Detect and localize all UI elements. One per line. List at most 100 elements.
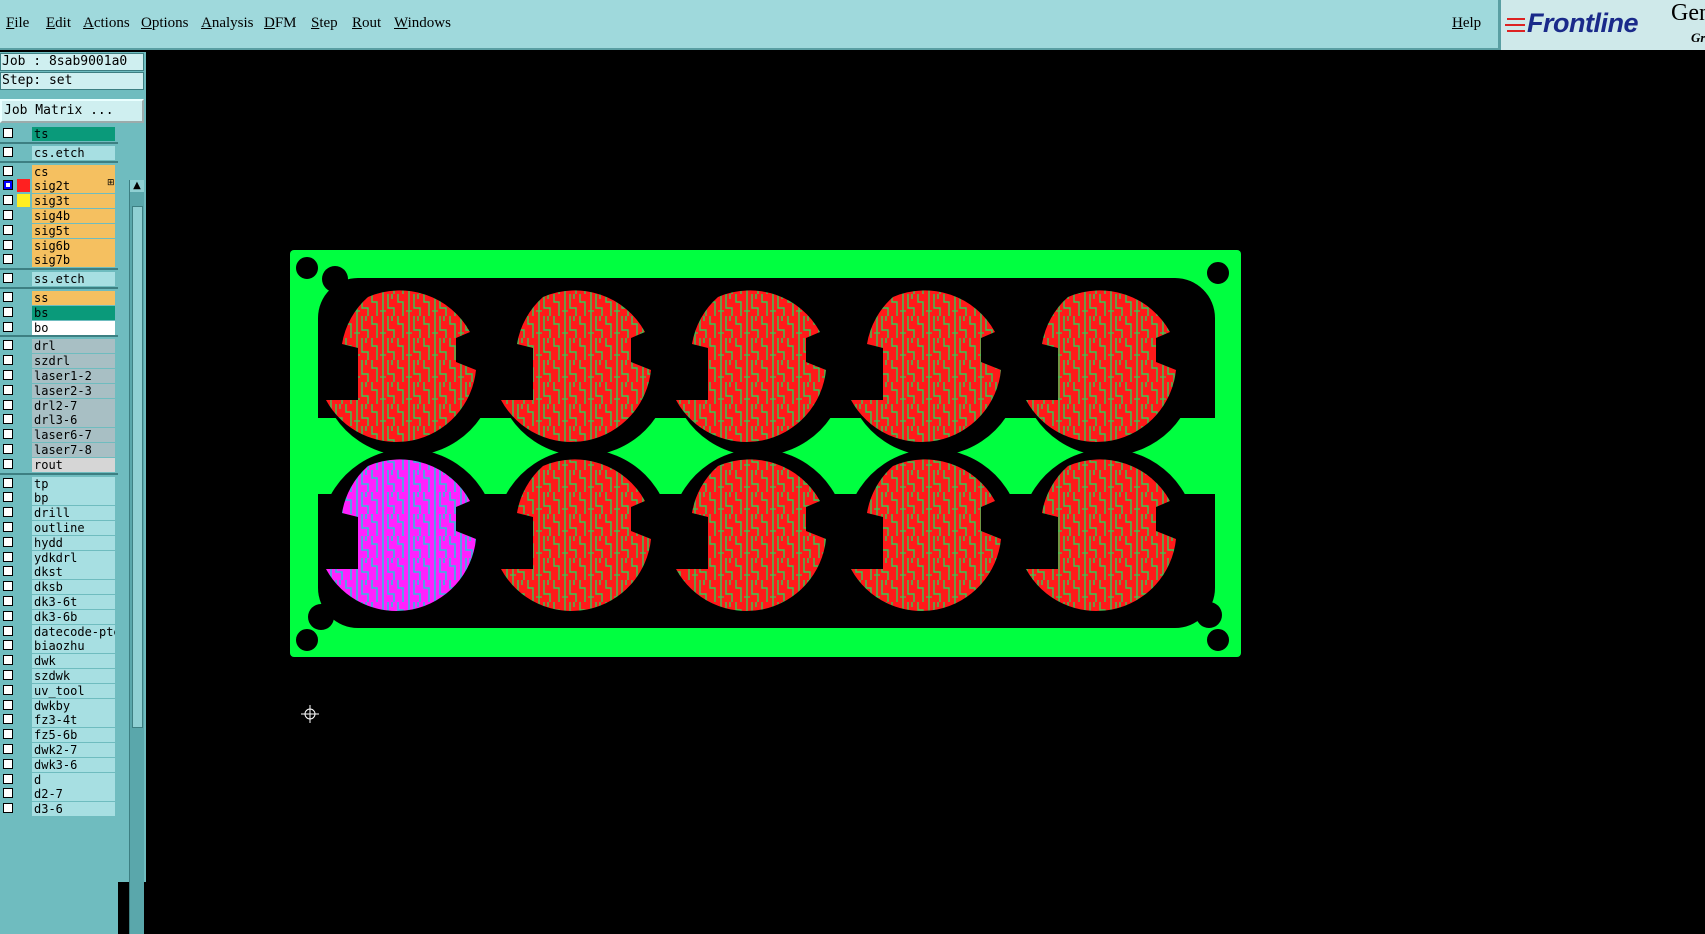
layer-row-cs.etch[interactable]: cs.etch bbox=[0, 145, 118, 161]
layer-row-laser6-7[interactable]: laser6-7 bbox=[0, 427, 118, 443]
layer-row-drl[interactable]: drl bbox=[0, 338, 118, 354]
layer-row-outline[interactable]: outline bbox=[0, 520, 118, 536]
layer-name[interactable]: laser7-8 bbox=[32, 443, 115, 457]
layer-checkbox[interactable] bbox=[3, 239, 13, 250]
layer-checkbox[interactable] bbox=[3, 306, 13, 317]
layer-checkbox[interactable] bbox=[3, 788, 13, 799]
layer-color-chip[interactable] bbox=[17, 194, 30, 208]
layer-color-chip[interactable] bbox=[17, 179, 30, 193]
layer-row-cs[interactable]: cs bbox=[0, 164, 118, 180]
layer-checkbox[interactable] bbox=[3, 551, 13, 562]
layer-checkbox[interactable] bbox=[3, 729, 13, 740]
layer-row-sig6b[interactable]: sig6b bbox=[0, 238, 118, 254]
layer-checkbox[interactable] bbox=[3, 399, 13, 410]
layer-row-dksb[interactable]: dksb bbox=[0, 579, 118, 595]
layer-checkbox[interactable] bbox=[3, 321, 13, 332]
layer-checkbox[interactable] bbox=[3, 522, 13, 532]
layer-name[interactable]: outline bbox=[32, 521, 115, 535]
layer-checkbox[interactable] bbox=[3, 355, 13, 366]
layer-name[interactable]: tp bbox=[32, 476, 115, 491]
layer-name[interactable]: dwk2-7 bbox=[32, 743, 115, 757]
layer-row-ss.etch[interactable]: ss.etch bbox=[0, 271, 118, 287]
layer-checkbox[interactable] bbox=[3, 165, 13, 176]
layer-name[interactable]: dwk3-6 bbox=[32, 757, 115, 772]
layer-name[interactable]: sig6b bbox=[32, 238, 115, 253]
menu-rout[interactable]: Rout bbox=[352, 15, 381, 32]
layer-name[interactable]: d3-6 bbox=[32, 802, 115, 817]
layer-name[interactable]: ydkdrl bbox=[32, 550, 115, 565]
layer-name[interactable]: sig4b bbox=[32, 209, 115, 223]
layer-name[interactable]: dk3-6b bbox=[32, 609, 115, 624]
layer-name[interactable]: szdwk bbox=[32, 669, 115, 683]
layer-row-drill[interactable]: drill bbox=[0, 505, 118, 521]
layer-name[interactable]: dksb bbox=[32, 580, 115, 595]
layer-name[interactable]: rout bbox=[32, 457, 115, 472]
layer-row-fz3-4t[interactable]: fz3-4t bbox=[0, 712, 118, 728]
layer-checkbox[interactable] bbox=[3, 340, 13, 351]
layer-checkbox[interactable] bbox=[3, 195, 13, 206]
layer-checkbox[interactable] bbox=[3, 655, 13, 666]
layer-checkbox[interactable] bbox=[3, 146, 13, 157]
layer-name[interactable]: drl bbox=[32, 339, 115, 354]
layer-row-szdwk[interactable]: szdwk bbox=[0, 668, 118, 684]
layer-name[interactable]: datecode-pte bbox=[32, 624, 115, 639]
menu-windows[interactable]: Windows bbox=[394, 15, 451, 32]
layer-checkbox[interactable] bbox=[3, 758, 13, 769]
menu-analysis[interactable]: Analysis bbox=[201, 15, 254, 32]
layer-checkbox[interactable] bbox=[3, 684, 13, 695]
layer-checkbox[interactable] bbox=[3, 477, 13, 488]
layer-row-dkst[interactable]: dkst bbox=[0, 564, 118, 580]
layer-row-rout[interactable]: rout bbox=[0, 457, 118, 473]
pcb-panel-view[interactable] bbox=[146, 52, 1705, 882]
layer-row-dwk2-7[interactable]: dwk2-7 bbox=[0, 742, 118, 758]
layer-row-d[interactable]: d bbox=[0, 772, 118, 788]
layer-row-bp[interactable]: bp bbox=[0, 490, 118, 506]
layer-checkbox[interactable] bbox=[3, 210, 13, 220]
layer-name[interactable]: biaozhu bbox=[32, 639, 115, 654]
layer-row-hydd[interactable]: hydd bbox=[0, 535, 118, 551]
layer-checkbox[interactable] bbox=[3, 429, 13, 440]
layer-name[interactable]: sig7b bbox=[32, 253, 115, 268]
layer-row-dwk[interactable]: dwk bbox=[0, 653, 118, 669]
layer-name[interactable]: ss.etch bbox=[32, 272, 115, 287]
menu-step[interactable]: Step bbox=[311, 15, 338, 32]
layer-scrollbar[interactable]: ▲ bbox=[129, 180, 144, 934]
layer-row-dwk3-6[interactable]: dwk3-6 bbox=[0, 757, 118, 773]
graphics-canvas[interactable] bbox=[146, 52, 1705, 882]
layer-name[interactable]: sig5t bbox=[32, 223, 115, 238]
layer-name[interactable]: ts bbox=[32, 127, 115, 141]
layer-row-fz5-6b[interactable]: fz5-6b bbox=[0, 727, 118, 743]
layer-checkbox[interactable] bbox=[3, 180, 13, 191]
layer-checkbox[interactable] bbox=[3, 744, 13, 754]
layer-row-dwkby[interactable]: dwkby bbox=[0, 698, 118, 714]
layer-row-szdrl[interactable]: szdrl bbox=[0, 353, 118, 369]
layer-checkbox[interactable] bbox=[3, 596, 13, 606]
layer-checkbox[interactable] bbox=[3, 670, 13, 680]
menu-help[interactable]: Help bbox=[1452, 15, 1481, 32]
layer-row-bs[interactable]: bs bbox=[0, 305, 118, 321]
layer-checkbox[interactable] bbox=[3, 292, 13, 302]
layer-checkbox[interactable] bbox=[3, 640, 13, 651]
layer-name[interactable]: ss bbox=[32, 291, 115, 305]
layer-row-drl2-7[interactable]: drl2-7 bbox=[0, 398, 118, 414]
layer-name[interactable]: bs bbox=[32, 305, 115, 320]
layer-checkbox[interactable] bbox=[3, 699, 13, 710]
layer-name[interactable]: fz3-4t bbox=[32, 713, 115, 728]
layer-name[interactable]: dwk bbox=[32, 654, 115, 669]
layer-checkbox[interactable] bbox=[3, 458, 13, 469]
layer-name[interactable]: hydd bbox=[32, 535, 115, 550]
layer-checkbox[interactable] bbox=[3, 444, 13, 454]
menu-file[interactable]: File bbox=[6, 15, 29, 32]
layer-row-uv_tool[interactable]: uv_tool bbox=[0, 683, 118, 699]
layer-row-dk3-6b[interactable]: dk3-6b bbox=[0, 609, 118, 625]
layer-row-datecode-pte[interactable]: datecode-pte bbox=[0, 624, 118, 640]
layer-row-laser1-2[interactable]: laser1-2 bbox=[0, 368, 118, 384]
layer-name[interactable]: laser1-2 bbox=[32, 369, 115, 383]
layer-row-ss[interactable]: ss bbox=[0, 290, 118, 306]
layer-checkbox[interactable] bbox=[3, 384, 13, 395]
layer-row-sig3t[interactable]: sig3t bbox=[0, 193, 118, 209]
layer-row-dk3-6t[interactable]: dk3-6t bbox=[0, 594, 118, 610]
scroll-thumb[interactable] bbox=[132, 206, 143, 728]
layer-checkbox[interactable] bbox=[3, 581, 13, 592]
layer-name[interactable]: d2-7 bbox=[32, 787, 115, 802]
